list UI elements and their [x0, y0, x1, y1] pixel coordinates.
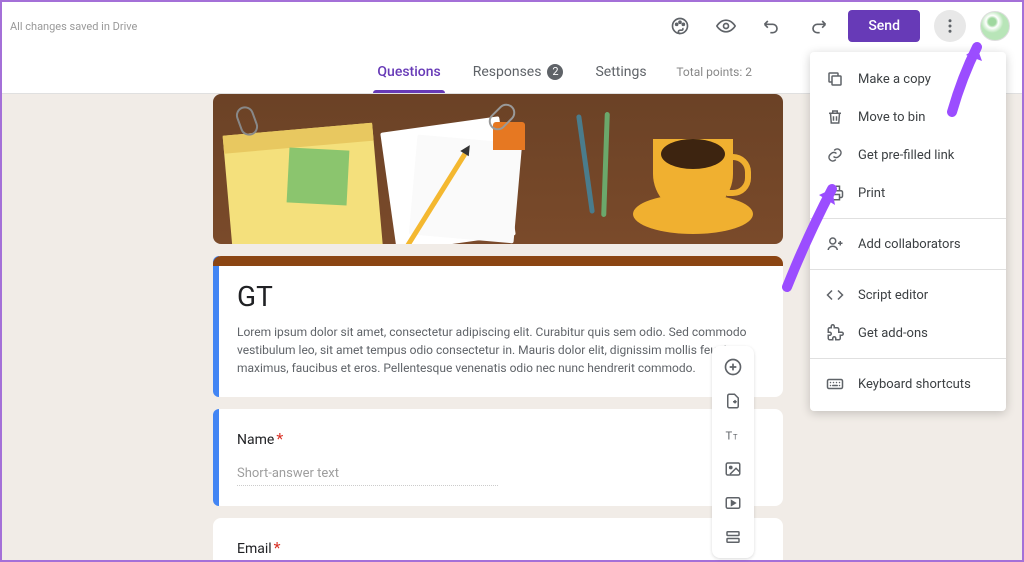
redo-button[interactable]: [802, 10, 834, 42]
person-add-icon: [826, 235, 844, 253]
question-card-email[interactable]: Email* Short-answer text: [213, 518, 783, 560]
more-options-menu: Make a copy Move to bin Get pre-filled l…: [810, 52, 1006, 411]
more-options-button[interactable]: [934, 10, 966, 42]
keyboard-icon: [826, 375, 844, 393]
add-section-button[interactable]: [718, 522, 748, 552]
menu-label: Make a copy: [858, 72, 931, 87]
link-icon: [826, 146, 844, 164]
tabs: Questions Responses 2 Settings: [373, 52, 650, 92]
menu-separator: [810, 269, 1006, 270]
tab-settings-label: Settings: [595, 64, 646, 80]
eye-icon: [716, 16, 736, 36]
total-points: Total points: 2: [676, 65, 752, 79]
responses-count-badge: 2: [547, 64, 563, 80]
menu-move-bin[interactable]: Move to bin: [810, 98, 1006, 136]
form-title[interactable]: GT: [237, 280, 759, 313]
menu-label: Get add-ons: [858, 326, 928, 341]
save-status: All changes saved in Drive: [10, 20, 137, 33]
required-asterisk: *: [274, 538, 281, 557]
undo-icon: [762, 16, 782, 36]
form-header-image: [213, 94, 783, 244]
menu-label: Print: [858, 186, 885, 201]
plus-circle-icon: [723, 357, 743, 377]
more-vert-icon: [941, 17, 959, 35]
question-toolbar: TT: [712, 346, 754, 558]
required-asterisk: *: [276, 429, 283, 448]
top-actions: Send: [664, 10, 1010, 42]
account-avatar[interactable]: [980, 11, 1010, 41]
menu-prefilled-link[interactable]: Get pre-filled link: [810, 136, 1006, 174]
add-title-button[interactable]: TT: [718, 420, 748, 450]
answer-placeholder: Short-answer text: [237, 466, 498, 486]
svg-text:T: T: [733, 433, 738, 442]
question-label-text: Name: [237, 432, 274, 448]
menu-label: Keyboard shortcuts: [858, 377, 971, 392]
menu-get-addons[interactable]: Get add-ons: [810, 314, 1006, 352]
tab-questions-label: Questions: [377, 64, 440, 80]
question-card-name[interactable]: Name* Short-answer text: [213, 409, 783, 506]
tab-responses[interactable]: Responses 2: [469, 52, 568, 92]
menu-label: Script editor: [858, 288, 928, 303]
menu-make-copy[interactable]: Make a copy: [810, 60, 1006, 98]
undo-button[interactable]: [756, 10, 788, 42]
preview-button[interactable]: [710, 10, 742, 42]
add-video-button[interactable]: [718, 488, 748, 518]
redo-icon: [808, 16, 828, 36]
tab-questions[interactable]: Questions: [373, 52, 444, 92]
menu-keyboard-shortcuts[interactable]: Keyboard shortcuts: [810, 365, 1006, 403]
send-button[interactable]: Send: [848, 10, 920, 42]
menu-label: Add collaborators: [858, 237, 961, 252]
menu-add-collaborators[interactable]: Add collaborators: [810, 225, 1006, 263]
code-icon: [826, 286, 844, 304]
text-icon: TT: [724, 426, 742, 444]
trash-icon: [826, 108, 844, 126]
add-image-button[interactable]: [718, 454, 748, 484]
form-header-card[interactable]: GT Lorem ipsum dolor sit amet, consectet…: [213, 256, 783, 397]
video-icon: [724, 494, 742, 512]
menu-print[interactable]: Print: [810, 174, 1006, 212]
top-bar: All changes saved in Drive Send: [2, 2, 1022, 50]
question-label: Name*: [237, 429, 759, 448]
image-icon: [724, 460, 742, 478]
add-question-button[interactable]: [718, 352, 748, 382]
print-icon: [826, 184, 844, 202]
form-description[interactable]: Lorem ipsum dolor sit amet, consectetur …: [237, 323, 759, 377]
import-icon: [724, 392, 742, 410]
menu-separator: [810, 218, 1006, 219]
question-label-text: Email: [237, 541, 272, 557]
menu-separator: [810, 358, 1006, 359]
question-label: Email*: [237, 538, 759, 557]
import-questions-button[interactable]: [718, 386, 748, 416]
palette-icon: [670, 16, 690, 36]
menu-label: Move to bin: [858, 110, 925, 125]
tab-settings[interactable]: Settings: [591, 52, 650, 92]
tab-responses-label: Responses: [473, 64, 542, 80]
menu-label: Get pre-filled link: [858, 148, 954, 163]
section-icon: [724, 528, 742, 546]
puzzle-icon: [826, 324, 844, 342]
copy-icon: [826, 70, 844, 88]
menu-script-editor[interactable]: Script editor: [810, 276, 1006, 314]
customize-theme-button[interactable]: [664, 10, 696, 42]
form-wrap: GT Lorem ipsum dolor sit amet, consectet…: [213, 94, 783, 560]
svg-text:T: T: [726, 430, 733, 443]
